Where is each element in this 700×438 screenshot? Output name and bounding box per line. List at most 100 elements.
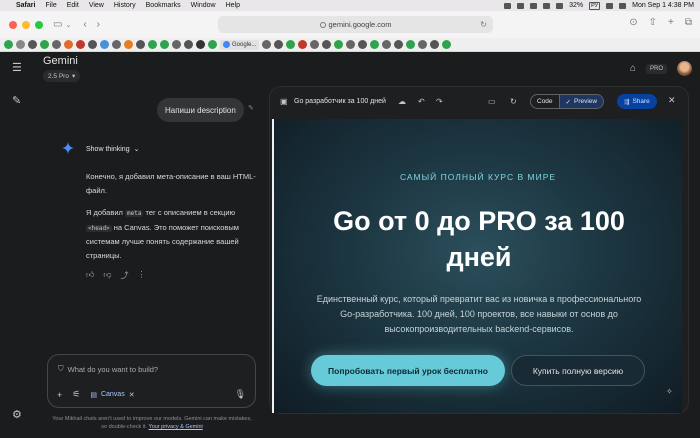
status-icon[interactable] (543, 2, 551, 9)
privacy-link[interactable]: Your privacy & Gemini (149, 424, 203, 430)
favorite-icon[interactable] (430, 40, 440, 49)
favorite-icon[interactable] (76, 40, 85, 49)
favorite-icon[interactable] (172, 40, 181, 49)
more-options-icon[interactable]: ⋮ (138, 270, 146, 281)
edit-prompt-icon[interactable]: ✎ (248, 104, 254, 112)
reload-icon[interactable]: ↻ (480, 20, 487, 29)
wifi-icon[interactable] (556, 2, 564, 9)
share-icon[interactable]: ⤴ (121, 270, 129, 281)
favorite-icon[interactable] (100, 40, 109, 49)
thumbs-up-icon[interactable]: 👍︎ (86, 270, 94, 281)
refresh-icon[interactable]: ↻ (510, 97, 517, 106)
pro-badge[interactable]: PRO (645, 63, 667, 74)
menu-help[interactable]: Help (226, 2, 240, 9)
thumbs-down-icon[interactable]: 👎︎ (103, 270, 111, 281)
try-free-lesson-button[interactable]: Попробовать первый урок бесплатно (311, 355, 505, 386)
favorite-icon[interactable] (88, 40, 97, 49)
download-icon[interactable]: ⊙ (629, 17, 637, 28)
forward-icon[interactable]: › (97, 19, 100, 30)
menu-edit[interactable]: Edit (67, 2, 79, 9)
tools-icon[interactable]: ⚟ (72, 389, 80, 400)
cloud-save-icon[interactable]: ☁ (398, 97, 406, 106)
new-chat-icon[interactable]: ✎ (12, 94, 21, 107)
prompt-input[interactable]: ⛉ What do you want to build? (58, 364, 158, 374)
favorite-icon[interactable] (184, 40, 193, 49)
favorite-icon[interactable] (112, 40, 121, 49)
menu-history[interactable]: History (114, 2, 136, 9)
console-icon[interactable]: ▭ (488, 97, 496, 106)
favorite-icon[interactable] (262, 40, 272, 49)
close-window-icon[interactable] (9, 20, 17, 29)
favorite-icon[interactable] (346, 40, 356, 49)
input-language[interactable]: РУ (589, 1, 601, 10)
menu-window[interactable]: Window (191, 2, 216, 9)
status-icon[interactable] (504, 2, 512, 9)
favorite-icon[interactable] (382, 40, 392, 49)
favorite-icon[interactable] (148, 40, 157, 49)
minimize-window-icon[interactable] (22, 20, 30, 29)
tab-overview-icon[interactable]: ⧉ (685, 17, 692, 28)
tab-preview[interactable]: ✓ Preview (558, 95, 604, 108)
address-bar[interactable]: gemini.google.com ↻ (218, 16, 493, 33)
status-icon[interactable] (517, 2, 525, 9)
status-icon[interactable] (530, 2, 538, 9)
search-icon[interactable] (606, 2, 614, 9)
favorite-icon[interactable] (274, 40, 284, 49)
favorite-icon[interactable] (442, 40, 452, 49)
menubar-clock[interactable]: Mon Sep 1 4:38 PM (632, 2, 694, 9)
redo-icon[interactable]: ↷ (436, 97, 443, 106)
undo-icon[interactable]: ↶ (418, 97, 425, 106)
favorite-icon[interactable] (406, 40, 416, 49)
favorite-icon[interactable] (64, 40, 73, 49)
favorite-icon[interactable] (322, 40, 332, 49)
avatar[interactable] (677, 61, 692, 76)
favorite-icon[interactable] (208, 40, 217, 49)
favorite-icon[interactable] (160, 40, 169, 49)
chevron-down-icon[interactable]: ⌄ (65, 21, 71, 29)
close-icon[interactable]: ✕ (129, 391, 135, 399)
share-button[interactable]: ⇶ Share (617, 94, 657, 109)
favorite-icon[interactable] (16, 40, 25, 49)
favorite-icon[interactable] (52, 40, 61, 49)
canvas-chip[interactable]: ▤ Canvas ✕ (90, 391, 134, 399)
favorite-icon[interactable] (40, 40, 49, 49)
back-icon[interactable]: ‹ (83, 19, 86, 30)
sparkle-icon[interactable]: ✧ (666, 387, 673, 396)
favorite-icon[interactable] (358, 40, 368, 49)
prompt-input-box[interactable]: ⛉ What do you want to build? + ⚟ ▤ Canva… (47, 354, 256, 408)
settings-icon[interactable]: ⚙ (12, 408, 22, 421)
gift-icon[interactable]: ⌂ (630, 63, 636, 74)
show-thinking-toggle[interactable]: Show thinking ⌄ (86, 145, 139, 154)
menu-file[interactable]: File (45, 2, 56, 9)
zoom-window-icon[interactable] (35, 20, 43, 29)
share-icon[interactable]: ⇧ (649, 17, 657, 28)
favorite-icon[interactable] (298, 40, 308, 49)
menu-view[interactable]: View (89, 2, 104, 9)
tab-code[interactable]: Code (531, 95, 559, 108)
menu-app-name[interactable]: Safari (16, 2, 35, 9)
brand-title[interactable]: Gemini (43, 55, 78, 67)
canvas-title[interactable]: Go разработчик за 100 дней (294, 98, 386, 105)
control-center-icon[interactable] (619, 2, 627, 9)
favorite-icon[interactable] (28, 40, 37, 49)
favorite-icon[interactable] (418, 40, 428, 49)
sidebar-toggle-icon[interactable]: ▭ (53, 19, 62, 30)
close-icon[interactable]: ✕ (668, 95, 676, 106)
add-icon[interactable]: + (57, 390, 62, 400)
favorite-icon[interactable] (286, 40, 296, 49)
new-tab-icon[interactable]: + (668, 17, 674, 28)
model-selector[interactable]: 2.5 Pro ▾ (43, 70, 81, 82)
favorite-icon[interactable] (334, 40, 344, 49)
microphone-icon[interactable]: 🎙︎ (235, 389, 246, 400)
favorite-icon[interactable] (124, 40, 133, 49)
menu-icon[interactable]: ☰ (12, 61, 22, 74)
menu-bookmarks[interactable]: Bookmarks (146, 2, 181, 9)
favorite-google-tab[interactable]: Google... (220, 39, 260, 50)
favorite-icon[interactable] (394, 40, 404, 49)
buy-full-version-button[interactable]: Купить полную версию (511, 355, 645, 386)
favorite-icon[interactable] (136, 40, 145, 49)
favorite-icon[interactable] (4, 40, 13, 49)
favorite-icon[interactable] (370, 40, 380, 49)
favorite-icon[interactable] (310, 40, 320, 49)
github-icon[interactable] (196, 40, 205, 49)
